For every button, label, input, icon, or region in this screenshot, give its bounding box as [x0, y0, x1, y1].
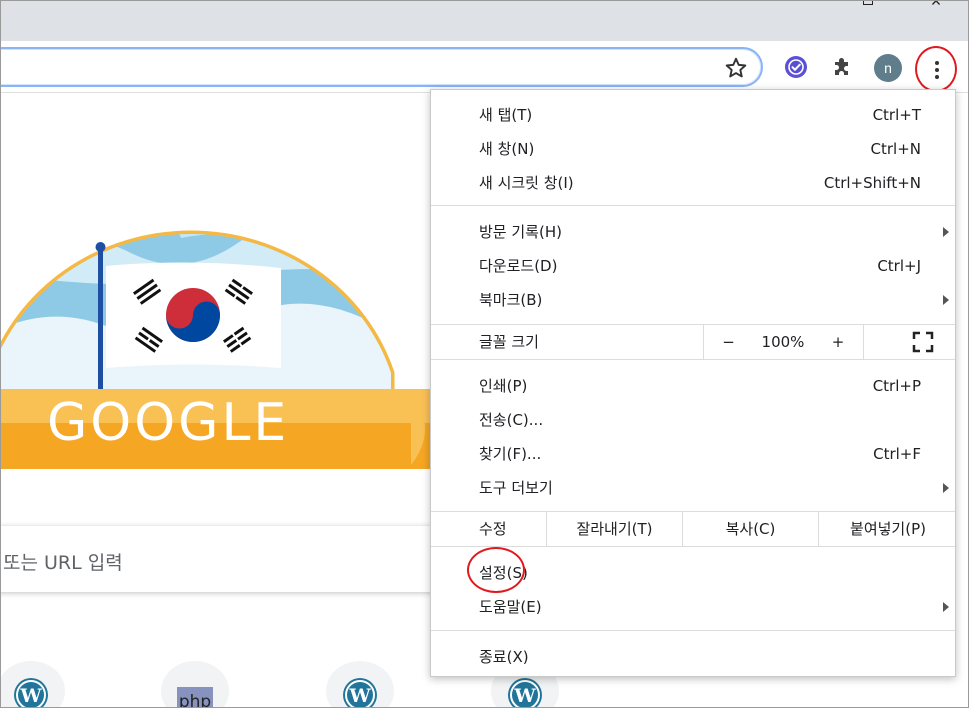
svg-text:W: W: [19, 685, 42, 707]
submenu-arrow-icon: [943, 483, 949, 493]
menu-item-help[interactable]: 도움말(E): [431, 590, 955, 624]
maximize-button[interactable]: [853, 1, 883, 11]
svg-text:W: W: [348, 685, 371, 707]
doodle-text: GOOGLE: [47, 393, 290, 453]
more-vert-icon-dot: [935, 75, 939, 79]
menu-item-history[interactable]: 방문 기록(H): [431, 215, 955, 249]
menu-item-label: 다운로드(D): [479, 257, 558, 275]
menu-item-shortcut: Ctrl+J: [877, 257, 921, 275]
menu-item-shortcut: Ctrl+F: [873, 445, 921, 463]
browser-window: × n GOOGLE 또는 URL 입력 W php W W 새 탭(T) Ct…: [0, 0, 969, 708]
menu-separator: [431, 359, 955, 360]
menu-item-new-window[interactable]: 새 창(N) Ctrl+N: [431, 132, 955, 166]
maximize-icon: [863, 1, 873, 5]
menu-separator: [431, 546, 955, 547]
extension-check-button[interactable]: [782, 53, 810, 81]
address-bar[interactable]: [1, 47, 763, 87]
menu-item-label: 새 창(N): [479, 140, 535, 158]
zoom-in-button[interactable]: +: [813, 325, 863, 359]
more-vert-icon: [935, 61, 939, 65]
menu-separator: [431, 630, 955, 631]
check-extension-icon: [785, 56, 807, 78]
paste-button[interactable]: 붙여넣기(P): [818, 512, 957, 546]
close-icon: ×: [930, 0, 942, 11]
chrome-menu-button[interactable]: [915, 46, 957, 92]
chrome-main-menu: 새 탭(T) Ctrl+T 새 창(N) Ctrl+N 새 시크릿 창(I) C…: [430, 89, 956, 677]
menu-item-label: 새 시크릿 창(I): [479, 174, 574, 192]
menu-separator: [431, 205, 955, 206]
svg-text:php: php: [179, 692, 211, 708]
menu-item-shortcut: Ctrl+T: [872, 106, 921, 124]
menu-item-exit[interactable]: 종료(X): [431, 640, 955, 674]
menu-item-cast[interactable]: 전송(C)...: [431, 403, 955, 437]
shortcut-tile[interactable]: php: [161, 661, 229, 708]
extensions-button[interactable]: [829, 53, 857, 81]
menu-item-label: 새 탭(T): [479, 106, 533, 124]
cut-button[interactable]: 잘라내기(T): [546, 512, 682, 546]
search-box[interactable]: 또는 URL 입력: [1, 526, 439, 592]
submenu-arrow-icon: [943, 227, 949, 237]
submenu-arrow-icon: [943, 602, 949, 612]
menu-item-label: 찾기(F)...: [479, 445, 542, 463]
zoom-out-button[interactable]: −: [703, 325, 753, 359]
fullscreen-icon: [912, 331, 934, 353]
more-vert-icon-dot: [935, 68, 939, 72]
svg-text:W: W: [513, 685, 536, 707]
menu-item-incognito[interactable]: 새 시크릿 창(I) Ctrl+Shift+N: [431, 166, 955, 200]
menu-item-label: 전송(C)...: [479, 411, 544, 429]
menu-item-shortcut: Ctrl+N: [870, 140, 921, 158]
profile-avatar[interactable]: n: [874, 54, 902, 82]
wordpress-icon: W: [343, 678, 377, 707]
menu-item-find[interactable]: 찾기(F)... Ctrl+F: [431, 437, 955, 471]
menu-item-label: 종료(X): [479, 648, 529, 666]
menu-item-print[interactable]: 인쇄(P) Ctrl+P: [431, 369, 955, 403]
menu-edit-row: 수정 잘라내기(T) 복사(C) 붙여넣기(P): [431, 512, 955, 546]
menu-item-more-tools[interactable]: 도구 더보기: [431, 471, 955, 505]
copy-button[interactable]: 복사(C): [682, 512, 818, 546]
zoom-level: 100%: [761, 333, 805, 351]
menu-item-shortcut: Ctrl+P: [872, 377, 921, 395]
menu-item-shortcut: Ctrl+Shift+N: [823, 174, 921, 192]
menu-item-label: 도움말(E): [479, 598, 542, 616]
menu-item-bookmarks[interactable]: 북마크(B): [431, 283, 955, 317]
close-button[interactable]: ×: [921, 0, 951, 11]
google-doodle[interactable]: GOOGLE: [1, 93, 441, 523]
submenu-arrow-icon: [943, 295, 949, 305]
bookmark-star-button[interactable]: [723, 55, 749, 81]
menu-item-label: 방문 기록(H): [479, 223, 562, 241]
zoom-label: 글꼴 크기: [479, 333, 539, 351]
edit-label: 수정: [479, 520, 507, 538]
menu-item-downloads[interactable]: 다운로드(D) Ctrl+J: [431, 249, 955, 283]
browser-toolbar: n: [1, 41, 968, 93]
puzzle-extension-icon: [835, 58, 848, 75]
settings-highlight-ring: [467, 547, 525, 593]
menu-item-label: 인쇄(P): [479, 377, 528, 395]
shortcut-tile[interactable]: W: [1, 661, 65, 707]
menu-zoom-row: 글꼴 크기 − 100% +: [431, 325, 955, 359]
php-icon: php: [177, 687, 213, 708]
menu-item-new-tab[interactable]: 새 탭(T) Ctrl+T: [431, 98, 955, 132]
title-bar: ×: [1, 0, 968, 41]
fullscreen-button[interactable]: [863, 325, 957, 359]
menu-item-label: 북마크(B): [479, 291, 543, 309]
search-placeholder: 또는 URL 입력: [3, 552, 123, 574]
star-icon: [725, 57, 747, 78]
wordpress-icon: W: [14, 678, 48, 707]
wordpress-icon: W: [508, 678, 542, 707]
shortcut-tile[interactable]: W: [326, 661, 394, 707]
menu-item-label: 도구 더보기: [479, 479, 553, 497]
